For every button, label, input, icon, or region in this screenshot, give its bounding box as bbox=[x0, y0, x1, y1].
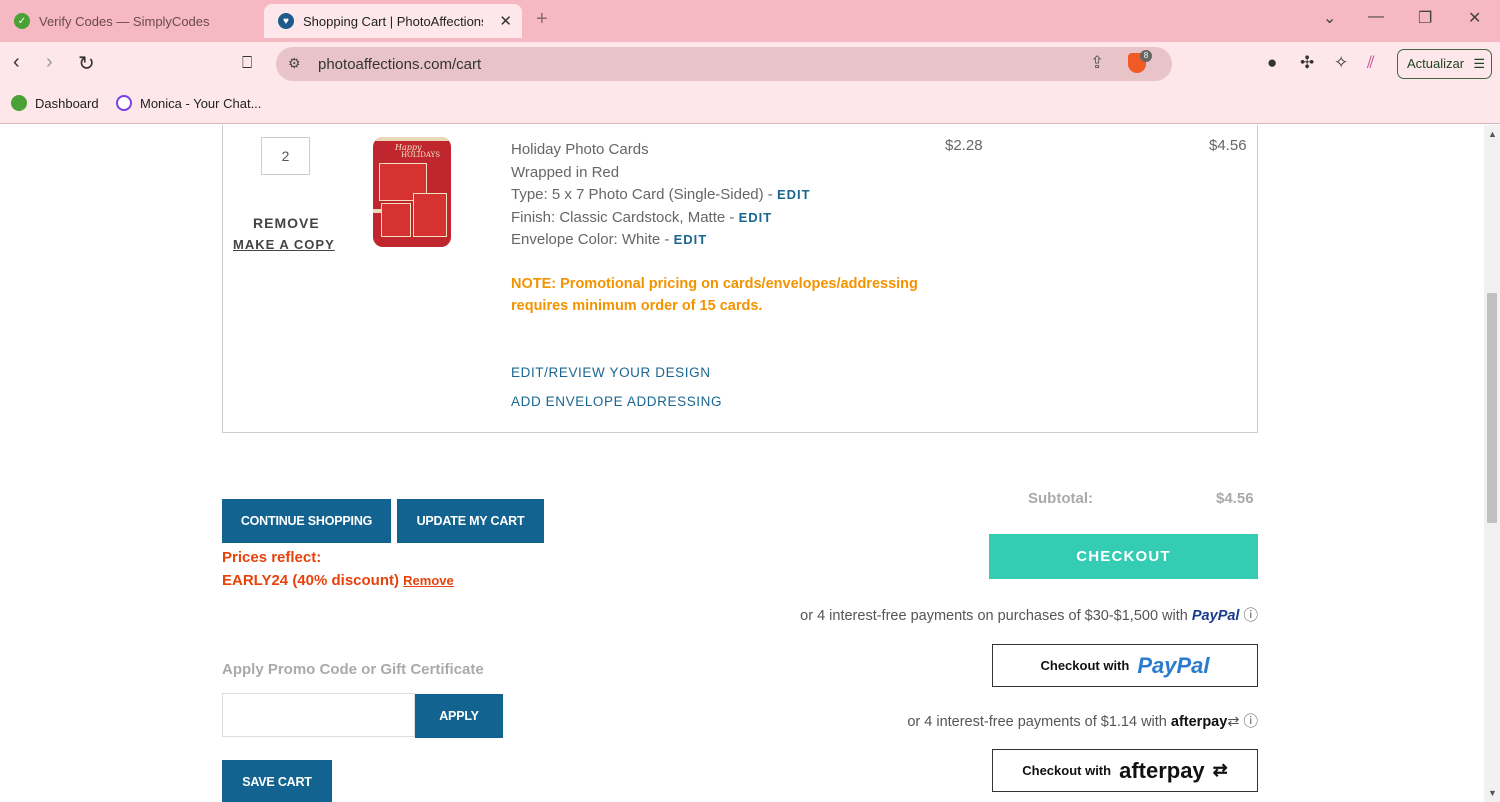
promo-code-heading: Apply Promo Code or Gift Certificate bbox=[222, 661, 484, 678]
monica-favicon-icon bbox=[116, 95, 132, 111]
edit-review-design-link[interactable]: EDIT/REVIEW YOUR DESIGN bbox=[511, 365, 711, 380]
close-tab-icon[interactable]: ✕ bbox=[499, 12, 512, 30]
scroll-down-icon[interactable]: ▼ bbox=[1488, 788, 1497, 798]
update-browser-button[interactable]: Actualizar ☰ bbox=[1397, 49, 1492, 79]
scrollbar-thumb[interactable] bbox=[1487, 293, 1497, 523]
item-description: Holiday Photo Cards Wrapped in Red Type:… bbox=[511, 139, 811, 252]
scroll-up-icon[interactable]: ▲ bbox=[1488, 129, 1497, 139]
close-window-icon[interactable]: ✕ bbox=[1468, 8, 1481, 28]
remove-item-link[interactable]: REMOVE bbox=[253, 215, 320, 231]
apply-promo-button[interactable]: APPLY bbox=[415, 694, 503, 738]
thumbnail-photo-3 bbox=[381, 203, 411, 237]
tab-photoaffections[interactable]: ♥ Shopping Cart | PhotoAffections ✕ bbox=[264, 4, 522, 38]
applied-code-line: EARLY24 (40% discount) Remove bbox=[222, 569, 454, 592]
edit-type-link[interactable]: EDIT bbox=[777, 187, 811, 202]
info-icon[interactable]: ⓘ bbox=[1244, 608, 1259, 624]
finish-line: Finish: Classic Cardstock, Matte - EDIT bbox=[511, 208, 773, 226]
simplycodes-favicon-icon: ✓ bbox=[14, 13, 30, 29]
make-copy-link[interactable]: MAKE A COPY bbox=[233, 237, 335, 252]
checkout-with-label: Checkout with bbox=[1040, 658, 1130, 673]
checkout-with-label: Checkout with bbox=[1022, 763, 1112, 778]
info-icon[interactable]: ⓘ bbox=[1244, 714, 1259, 730]
prices-reflect-label: Prices reflect: bbox=[222, 549, 322, 566]
line-total: $4.56 bbox=[1209, 137, 1247, 154]
applied-code: EARLY24 (40% discount) bbox=[222, 572, 399, 589]
address-bar[interactable]: ⚙ photoaffections.com/cart ⇪ 8 bbox=[276, 47, 1172, 81]
page-scrollbar[interactable]: ▲ ▼ bbox=[1484, 125, 1500, 802]
edit-finish-link[interactable]: EDIT bbox=[739, 210, 773, 225]
sparkle-icon[interactable]: ✧ bbox=[1334, 53, 1348, 73]
continue-shopping-button[interactable]: CONTINUE SHOPPING bbox=[222, 499, 391, 543]
update-label: Actualizar bbox=[1407, 56, 1465, 71]
applied-promo-block: Prices reflect: EARLY24 (40% discount) R… bbox=[222, 546, 454, 592]
share-icon[interactable]: ⇪ bbox=[1090, 53, 1104, 73]
checkout-button[interactable]: CHECKOUT bbox=[989, 534, 1258, 579]
paypal-installments-note: or 4 interest-free payments on purchases… bbox=[800, 608, 1259, 624]
bookmark-label: Dashboard bbox=[35, 95, 99, 111]
afterpay-logo: afterpay bbox=[1170, 714, 1228, 730]
cart-page: 2 REMOVE MAKE A COPY Happy HOLIDAYS Holi… bbox=[0, 125, 1484, 802]
design-name: Wrapped in Red bbox=[511, 163, 620, 181]
unit-price: $2.28 bbox=[945, 137, 983, 154]
type-line: Type: 5 x 7 Photo Card (Single-Sided) - … bbox=[511, 186, 811, 203]
dashboard-favicon-icon bbox=[11, 95, 27, 111]
browser-tab-strip: ✓ Verify Codes — SimplyCodes ♥ Shopping … bbox=[0, 0, 1500, 42]
paypal-logo: PayPal bbox=[1191, 608, 1240, 624]
bookmark-label: Monica - Your Chat... bbox=[140, 95, 262, 111]
thumbnail-band bbox=[373, 209, 381, 213]
thumbnail-photo-2 bbox=[413, 193, 447, 237]
restore-icon[interactable]: ❐ bbox=[1418, 8, 1432, 28]
edit-envelope-link[interactable]: EDIT bbox=[674, 232, 708, 247]
tab-simplycodes[interactable]: ✓ Verify Codes — SimplyCodes bbox=[0, 4, 260, 38]
menu-icon: ☰ bbox=[1473, 56, 1485, 71]
subtotal-value: $4.56 bbox=[1216, 490, 1254, 507]
bookmark-icon[interactable]: ⎕ bbox=[242, 53, 252, 73]
photoaffections-favicon-icon: ♥ bbox=[278, 13, 294, 29]
reload-icon[interactable]: ↻ bbox=[78, 51, 95, 76]
site-settings-icon[interactable]: ⚙ bbox=[288, 55, 301, 72]
extensions-icon[interactable]: ✣ bbox=[1300, 53, 1314, 73]
afterpay-checkout-button[interactable]: Checkout with afterpay ⇄ bbox=[992, 749, 1258, 792]
leo-ai-icon[interactable]: ● bbox=[1267, 53, 1277, 73]
shields-count-badge: 8 bbox=[1140, 50, 1152, 62]
bookmarks-bar: Dashboard Monica - Your Chat... bbox=[0, 86, 1500, 124]
paypal-checkout-button[interactable]: Checkout with PayPal bbox=[992, 644, 1258, 687]
product-thumbnail[interactable]: Happy HOLIDAYS bbox=[373, 137, 451, 247]
envelope-line: Envelope Color: White - EDIT bbox=[511, 231, 708, 248]
bookmark-monica[interactable]: Monica - Your Chat... bbox=[116, 95, 261, 111]
promo-code-input[interactable] bbox=[222, 693, 415, 737]
url-text: photoaffections.com/cart bbox=[318, 56, 482, 73]
save-cart-button[interactable]: SAVE CART bbox=[222, 760, 332, 802]
promo-pricing-note: NOTE: Promotional pricing on cards/envel… bbox=[511, 276, 918, 314]
remove-promo-link[interactable]: Remove bbox=[403, 573, 454, 588]
minimize-icon[interactable]: — bbox=[1368, 8, 1384, 26]
subtotal-label: Subtotal: bbox=[1028, 490, 1093, 507]
paypal-logo: PayPal bbox=[1137, 652, 1210, 678]
new-tab-icon[interactable]: + bbox=[536, 8, 548, 31]
afterpay-arrows-icon: ⇄ bbox=[1227, 714, 1240, 730]
quantity-input[interactable]: 2 bbox=[261, 137, 310, 175]
afterpay-arrows-icon: ⇄ bbox=[1212, 760, 1228, 780]
thumbnail-band bbox=[373, 137, 451, 141]
tab-title: Shopping Cart | PhotoAffections bbox=[303, 13, 483, 29]
tab-search-chevron-icon[interactable]: ⌄ bbox=[1323, 8, 1336, 28]
update-cart-button[interactable]: UPDATE MY CART bbox=[397, 499, 544, 543]
afterpay-logo: afterpay bbox=[1119, 757, 1205, 783]
bookmark-dashboard[interactable]: Dashboard bbox=[11, 95, 99, 111]
forward-icon[interactable]: › bbox=[46, 51, 53, 74]
wallet-icon[interactable]: ⫽ bbox=[1367, 53, 1375, 73]
back-icon[interactable]: ‹ bbox=[13, 51, 20, 74]
product-name: Holiday Photo Cards bbox=[511, 141, 649, 158]
afterpay-installments-note: or 4 interest-free payments of $1.14 wit… bbox=[907, 714, 1259, 730]
add-envelope-addressing-link[interactable]: ADD ENVELOPE ADDRESSING bbox=[511, 394, 722, 409]
thumbnail-title-text: HOLIDAYS bbox=[401, 151, 441, 159]
cart-item-row: 2 REMOVE MAKE A COPY Happy HOLIDAYS Holi… bbox=[222, 125, 1258, 433]
tab-title: Verify Codes — SimplyCodes bbox=[39, 13, 210, 29]
browser-toolbar: ‹ › ↻ ⎕ ⚙ photoaffections.com/cart ⇪ 8 ●… bbox=[0, 42, 1500, 86]
